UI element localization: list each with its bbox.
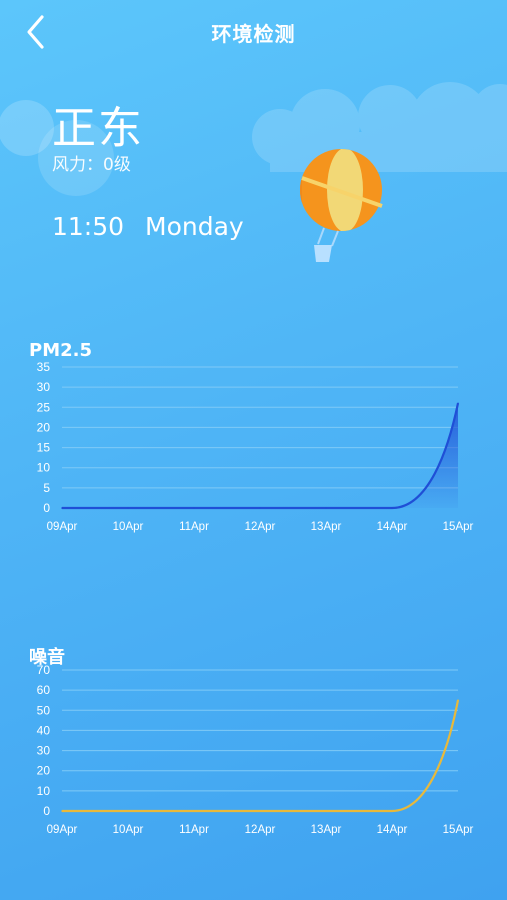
noise-y-tick-label: 0 bbox=[43, 804, 50, 818]
pm25-chart-title: PM2.5 bbox=[29, 340, 92, 361]
noise-y-tick-label: 70 bbox=[37, 663, 51, 677]
noise-y-tick-label: 50 bbox=[37, 703, 51, 717]
pm25-data-point bbox=[127, 507, 129, 509]
pm25-x-tick-label: 11Apr bbox=[179, 521, 209, 533]
pm25-area bbox=[62, 403, 458, 508]
pm25-x-tick-label: 09Apr bbox=[47, 521, 78, 533]
pm25-y-tick-label: 20 bbox=[37, 420, 51, 434]
noise-data-point bbox=[193, 810, 195, 812]
pm25-x-tick-label: 15Apr bbox=[443, 521, 474, 533]
wind-direction: 正东 bbox=[52, 103, 144, 154]
pm25-y-tick-label: 30 bbox=[37, 380, 51, 394]
pm25-y-tick-label: 10 bbox=[37, 461, 51, 475]
wind-level-value: 0级 bbox=[103, 155, 131, 175]
noise-data-point bbox=[391, 810, 393, 812]
noise-data-point bbox=[325, 810, 327, 812]
noise-data-point bbox=[127, 810, 129, 812]
noise-x-tick-label: 11Apr bbox=[179, 824, 209, 836]
pm25-data-point bbox=[391, 507, 393, 509]
noise-y-tick-label: 40 bbox=[37, 723, 51, 737]
noise-y-tick-label: 60 bbox=[37, 683, 51, 697]
pm25-x-tick-label: 12Apr bbox=[245, 521, 276, 533]
pm25-x-tick-label: 14Apr bbox=[377, 521, 408, 533]
pm25-series-line bbox=[62, 403, 460, 510]
wind-level: 风力：0级 bbox=[52, 150, 131, 175]
pm25-data-point bbox=[325, 507, 327, 509]
weekday: Monday bbox=[145, 212, 244, 241]
pm25-data-point bbox=[457, 402, 459, 405]
header: 环境检测 bbox=[0, 0, 507, 64]
noise-x-tick-label: 09Apr bbox=[47, 824, 78, 836]
pm25-data-point bbox=[61, 507, 63, 509]
pm25-data-point bbox=[259, 507, 261, 509]
noise-data-point bbox=[259, 810, 261, 812]
noise-x-tick-label: 10Apr bbox=[113, 824, 144, 836]
wind-level-label: 风力： bbox=[52, 155, 103, 175]
page-title: 环境检测 bbox=[211, 22, 296, 46]
noise-chart: 0 10 20 30 40 50 60 70 09Apr 10Apr 11Apr 12Apr 13Apr… bbox=[37, 663, 474, 836]
noise-x-tick-label: 13Apr bbox=[311, 824, 342, 836]
pm25-y-tick-label: 25 bbox=[37, 400, 51, 414]
noise-y-tick-label: 10 bbox=[37, 784, 51, 798]
pm25-y-tick-label: 0 bbox=[43, 501, 50, 515]
noise-x-tick-label: 12Apr bbox=[245, 824, 276, 836]
noise-y-tick-label: 30 bbox=[37, 744, 51, 758]
noise-data-point bbox=[457, 699, 459, 702]
noise-series-line bbox=[62, 699, 460, 813]
pm25-x-tick-label: 13Apr bbox=[311, 521, 342, 533]
noise-x-tick-label: 15Apr bbox=[443, 824, 474, 836]
hot-air-balloon-icon bbox=[300, 149, 383, 262]
noise-y-tick-label: 20 bbox=[37, 764, 51, 778]
noise-data-point bbox=[61, 810, 63, 812]
current-time: 11:50 bbox=[52, 212, 125, 241]
pm25-y-tick-label: 5 bbox=[43, 481, 50, 495]
pm25-y-tick-label: 35 bbox=[37, 360, 51, 374]
pm25-chart: 0 5 10 15 20 25 30 35 09Apr 10Apr 11Apr 12Apr 13Apr 1… bbox=[37, 360, 474, 533]
pm25-x-tick-label: 10Apr bbox=[113, 521, 144, 533]
noise-x-tick-label: 14Apr bbox=[377, 824, 408, 836]
pm25-y-tick-label: 15 bbox=[37, 441, 51, 455]
pm25-data-point bbox=[193, 507, 195, 509]
